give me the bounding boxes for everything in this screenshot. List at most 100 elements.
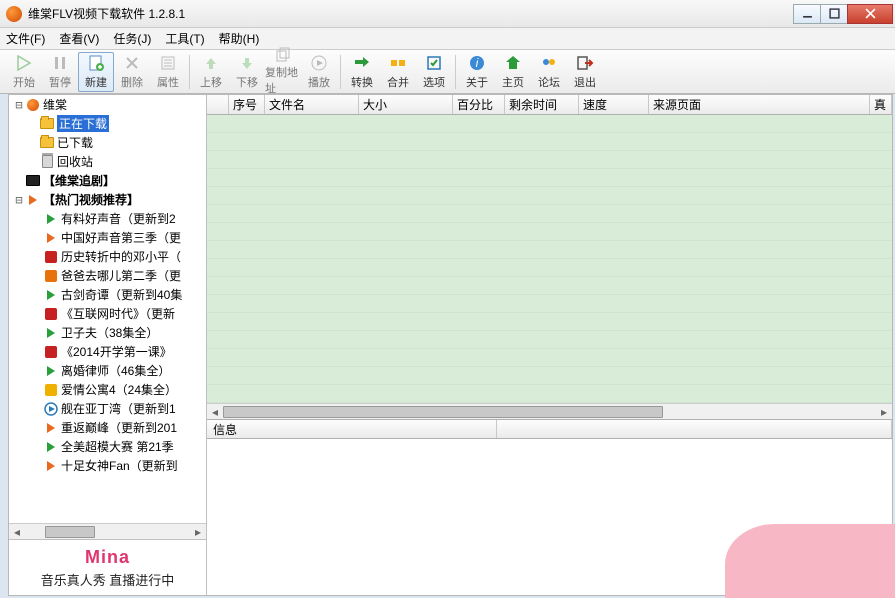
tb-start[interactable]: 开始 (6, 52, 42, 92)
tb-about[interactable]: i关于 (459, 52, 495, 92)
tb-copyaddr[interactable]: 复制地址 (265, 52, 301, 92)
playback-icon (309, 53, 329, 73)
tb-new[interactable]: 新建 (78, 52, 114, 92)
col-size[interactable]: 大小 (359, 95, 453, 114)
col-remain[interactable]: 剩余时间 (505, 95, 579, 114)
tree-item[interactable]: 历史转折中的邓小平（ (9, 247, 206, 266)
play-icon (43, 439, 59, 455)
col-name[interactable]: 文件名 (265, 95, 359, 114)
play-icon (43, 287, 59, 303)
folder-icon (39, 116, 55, 132)
tree-item[interactable]: 爱情公寓4（24集全） (9, 380, 206, 399)
play-icon (43, 363, 59, 379)
merge-icon (388, 53, 408, 73)
tree-view[interactable]: ⊟维棠 正在下载 已下载 回收站 【维棠追剧】 ⊟【热门视频推荐】 有料好声音（… (9, 95, 206, 539)
site-icon (43, 268, 59, 284)
tree-hot[interactable]: ⊟【热门视频推荐】 (9, 190, 206, 209)
title-bar: 维棠FLV视频下载软件 1.2.8.1 (0, 0, 895, 28)
site-icon (43, 344, 59, 360)
minimize-button[interactable] (793, 4, 821, 24)
arrow-up-icon (201, 53, 221, 73)
tree-item[interactable]: 重返巅峰（更新到201 (9, 418, 206, 437)
properties-icon (158, 53, 178, 73)
tb-pause[interactable]: 暂停 (42, 52, 78, 92)
trash-icon (39, 154, 55, 170)
arrow-right-icon (43, 230, 59, 246)
play-circle-icon (43, 401, 59, 417)
col-speed[interactable]: 速度 (579, 95, 649, 114)
tree-item[interactable]: 离婚律师（46集全） (9, 361, 206, 380)
menu-file[interactable]: 文件(F) (6, 30, 45, 47)
tb-convert[interactable]: 转换 (344, 52, 380, 92)
arrow-right-icon (43, 420, 59, 436)
tree-recycle[interactable]: 回收站 (9, 152, 206, 171)
play-icon (43, 211, 59, 227)
ad-tagline: 音乐真人秀 直播进行中 (41, 570, 175, 589)
toolbar: 开始 暂停 新建 删除 属性 上移 下移 复制地址 播放 转换 合并 选项 i关… (0, 50, 895, 94)
svg-text:i: i (476, 56, 479, 70)
info-label[interactable]: 信息 (207, 420, 497, 438)
info-header: 信息 (207, 419, 892, 439)
copy-icon (273, 47, 293, 63)
pause-icon (50, 53, 70, 73)
options-icon (424, 53, 444, 73)
ad-panel[interactable]: Mina 音乐真人秀 直播进行中 (9, 539, 206, 595)
grid-hscrollbar[interactable]: ◂▸ (207, 403, 892, 419)
forum-icon (539, 53, 559, 73)
grid-body-empty (207, 115, 892, 403)
tb-up[interactable]: 上移 (193, 52, 229, 92)
menu-tool[interactable]: 工具(T) (165, 30, 204, 47)
col-blank[interactable] (207, 95, 229, 114)
delete-icon (122, 53, 142, 73)
tree-hscrollbar[interactable]: ◂▸ (9, 523, 206, 539)
tb-props[interactable]: 属性 (150, 52, 186, 92)
convert-icon (352, 53, 372, 73)
download-grid[interactable]: 序号 文件名 大小 百分比 剩余时间 速度 来源页面 真 ◂▸ (207, 95, 892, 419)
tb-home[interactable]: 主页 (495, 52, 531, 92)
col-num[interactable]: 序号 (229, 95, 265, 114)
info-col2[interactable] (497, 420, 892, 438)
app-icon (6, 6, 22, 22)
folder-icon (39, 135, 55, 151)
col-real[interactable]: 真 (870, 95, 892, 114)
site-icon (43, 249, 59, 265)
tree-item[interactable]: 十足女神Fan（更新到 (9, 456, 206, 475)
menu-view[interactable]: 查看(V) (59, 30, 99, 47)
maximize-button[interactable] (820, 4, 848, 24)
col-percent[interactable]: 百分比 (453, 95, 505, 114)
play-arrow-icon (14, 53, 34, 73)
grid-header: 序号 文件名 大小 百分比 剩余时间 速度 来源页面 真 (207, 95, 892, 115)
tree-item[interactable]: 中国好声音第三季（更 (9, 228, 206, 247)
tree-root[interactable]: ⊟维棠 (9, 95, 206, 114)
window-title: 维棠FLV视频下载软件 1.2.8.1 (28, 5, 794, 22)
tree-item[interactable]: 《2014开学第一课》 (9, 342, 206, 361)
tv-icon (25, 173, 41, 189)
sidebar: ⊟维棠 正在下载 已下载 回收站 【维棠追剧】 ⊟【热门视频推荐】 有料好声音（… (9, 95, 207, 595)
tb-exit[interactable]: 退出 (567, 52, 603, 92)
tree-item[interactable]: 舰在亚丁湾（更新到1 (9, 399, 206, 418)
tree-item[interactable]: 卫子夫（38集全） (9, 323, 206, 342)
app-icon (25, 97, 41, 113)
tb-options[interactable]: 选项 (416, 52, 452, 92)
tb-forum[interactable]: 论坛 (531, 52, 567, 92)
menu-bar: 文件(F) 查看(V) 任务(J) 工具(T) 帮助(H) (0, 28, 895, 50)
col-source[interactable]: 来源页面 (649, 95, 870, 114)
tb-delete[interactable]: 删除 (114, 52, 150, 92)
menu-help[interactable]: 帮助(H) (219, 30, 260, 47)
tree-item[interactable]: 全美超模大赛 第21季 (9, 437, 206, 456)
tb-play[interactable]: 播放 (301, 52, 337, 92)
menu-task[interactable]: 任务(J) (113, 30, 151, 47)
close-button[interactable] (847, 4, 893, 24)
tb-down[interactable]: 下移 (229, 52, 265, 92)
tree-item[interactable]: 有料好声音（更新到2 (9, 209, 206, 228)
ad-logo: Mina (85, 547, 130, 568)
tree-item[interactable]: 爸爸去哪儿第二季（更 (9, 266, 206, 285)
tb-merge[interactable]: 合并 (380, 52, 416, 92)
tree-item[interactable]: 《互联网时代》（更新 (9, 304, 206, 323)
tree-downloading[interactable]: 正在下载 (9, 114, 206, 133)
play-icon (43, 325, 59, 341)
tree-drama[interactable]: 【维棠追剧】 (9, 171, 206, 190)
arrow-right-icon (25, 192, 41, 208)
tree-downloaded[interactable]: 已下载 (9, 133, 206, 152)
tree-item[interactable]: 古剑奇谭（更新到40集 (9, 285, 206, 304)
